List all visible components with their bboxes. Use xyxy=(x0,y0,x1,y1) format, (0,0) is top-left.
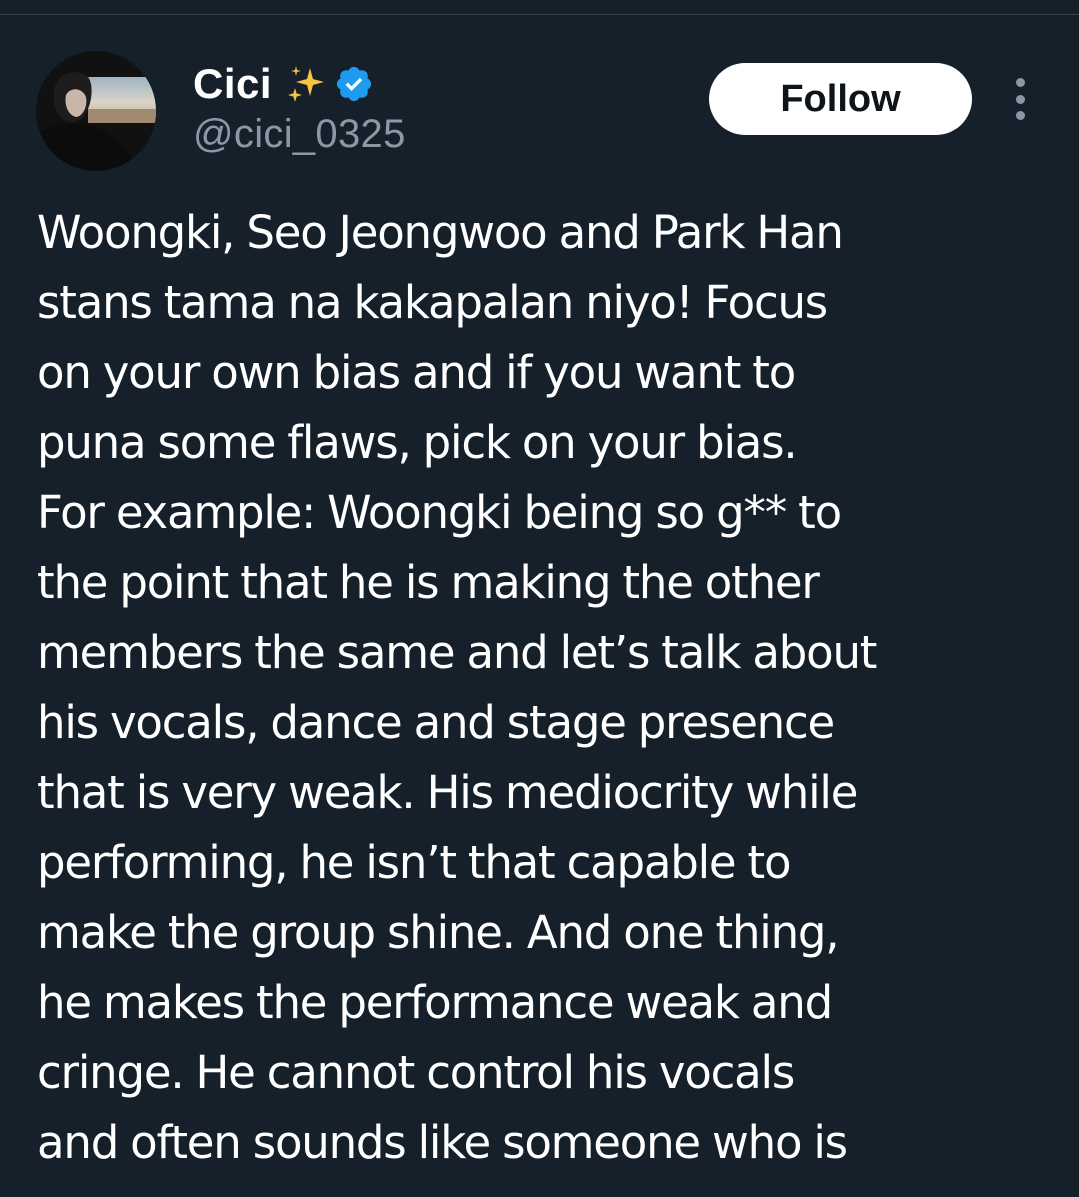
name-row: Cici xyxy=(193,56,406,112)
tweet-line: Woongki, Seo Jeongwoo and Park Han xyxy=(37,206,844,259)
tweet-line: performing, he isn’t that capable to xyxy=(37,836,791,889)
more-dot xyxy=(1015,94,1025,104)
follow-button[interactable]: Follow xyxy=(709,63,972,135)
top-divider xyxy=(0,14,1079,15)
tweet-line: make the group shine. And one thing, xyxy=(37,906,840,959)
more-vertical-icon[interactable] xyxy=(1004,78,1036,120)
sparkle-icon xyxy=(284,62,328,106)
more-dot xyxy=(1015,78,1025,87)
user-handle[interactable]: @cici_0325 xyxy=(193,112,406,157)
tweet-line: stans tama na kakapalan niyo! Focus xyxy=(37,276,828,329)
tweet-line: cringe. He cannot control his vocals xyxy=(37,1046,795,1099)
tweet-line: puna some flaws, pick on your bias. xyxy=(37,416,798,469)
avatar[interactable] xyxy=(36,51,156,171)
tweet-line: his vocals, dance and stage presence xyxy=(37,696,835,749)
tweet-line: the point that he is making the other xyxy=(37,556,820,609)
tweet-line: members the same and let’s talk about xyxy=(37,626,877,679)
tweet-line: and often sounds like someone who is xyxy=(37,1116,848,1169)
tweet-line: he makes the performance weak and xyxy=(37,976,833,1029)
user-info: Cici @cici_0325 xyxy=(193,56,406,157)
tweet-line: on your own bias and if you want to xyxy=(37,346,796,399)
display-name[interactable]: Cici xyxy=(193,60,272,108)
avatar-image xyxy=(36,51,156,171)
verified-badge-icon[interactable] xyxy=(334,64,374,104)
tweet-text: Woongki, Seo Jeongwoo and Park Han stans… xyxy=(37,198,1037,1178)
more-dot xyxy=(1015,111,1025,120)
tweet-line: that is very weak. His mediocrity while xyxy=(37,766,858,819)
tweet-line: For example: Woongki being so g** to xyxy=(37,486,842,539)
